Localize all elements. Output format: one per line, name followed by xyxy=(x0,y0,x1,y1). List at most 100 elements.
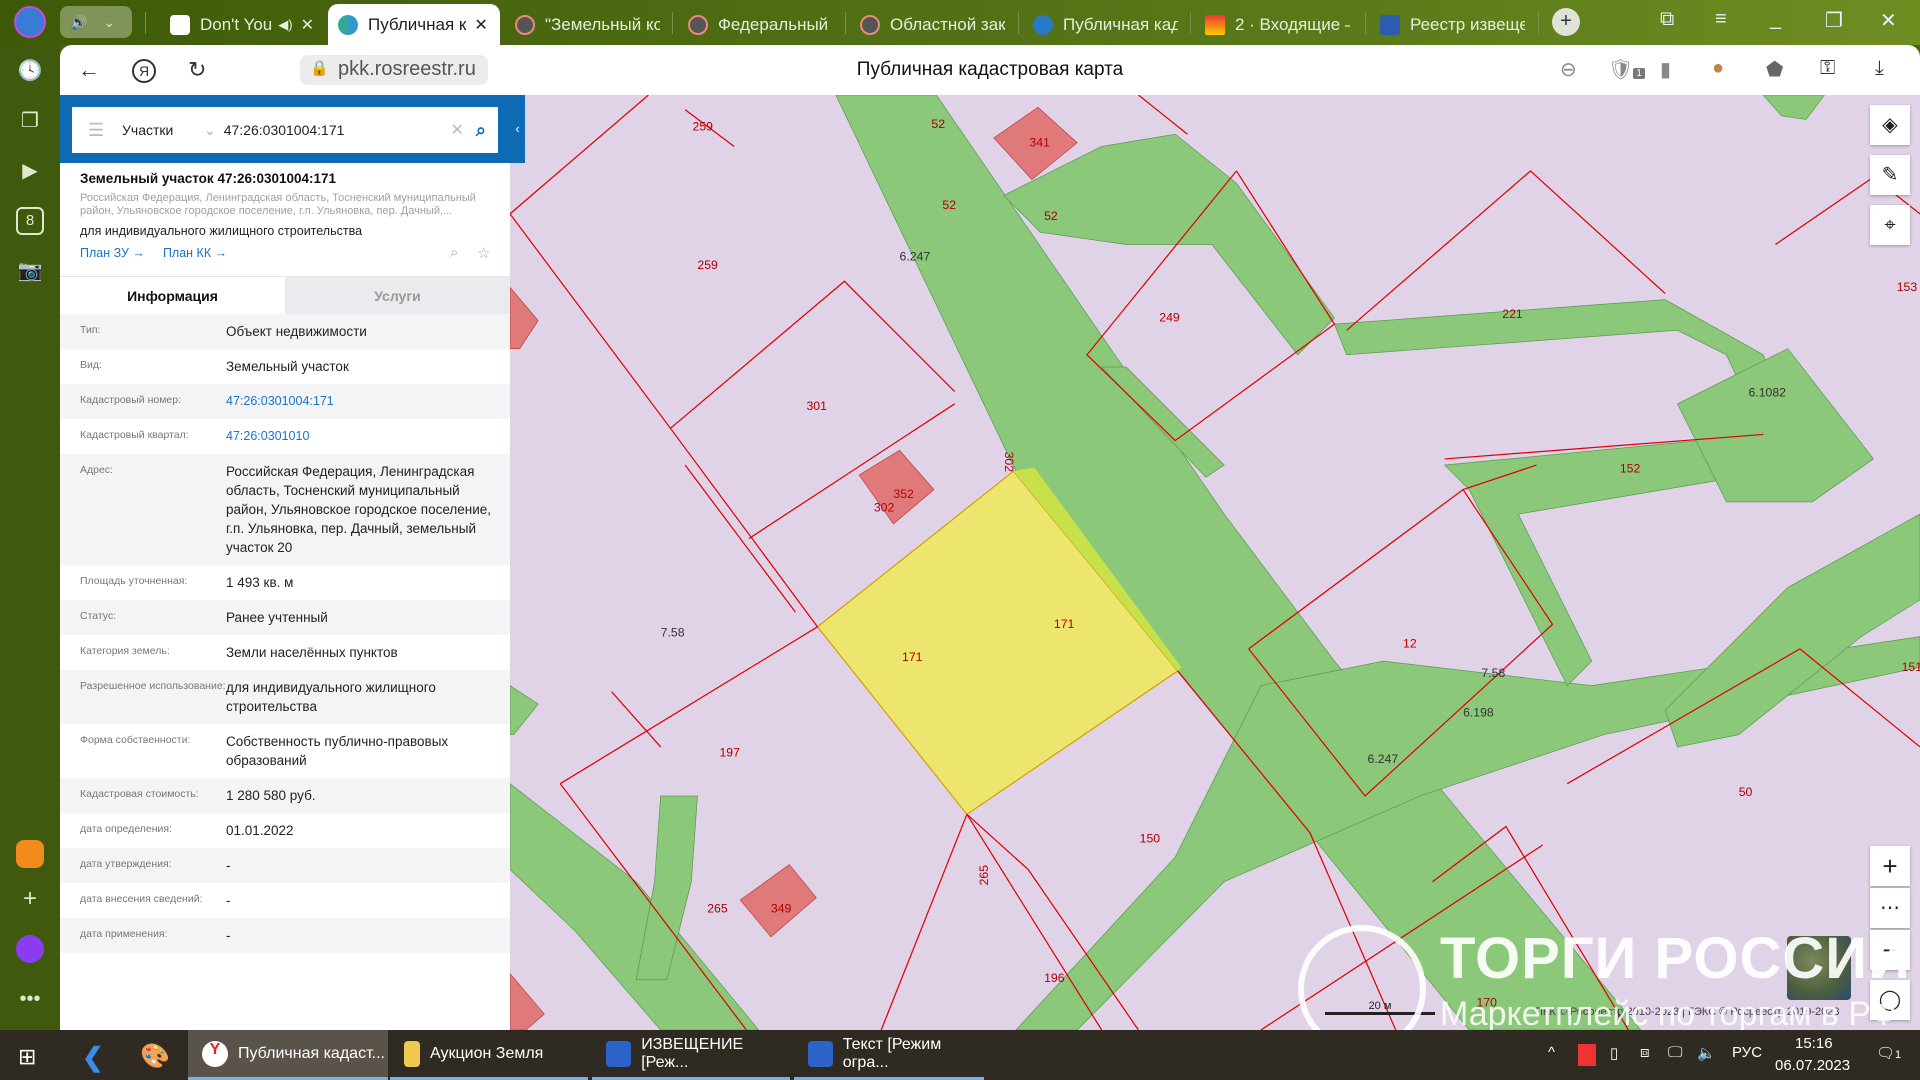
search-input[interactable]: 47:26:0301004:171 xyxy=(224,122,451,138)
search-icon[interactable]: ⌕ xyxy=(476,120,486,141)
info-label: Кадастровый номер: xyxy=(80,394,182,406)
search-doc-icon[interactable]: ⌕ xyxy=(450,244,458,261)
url-field[interactable]: 🔒 pkk.rosreestr.ru xyxy=(300,55,488,85)
taskbar-app-word-1[interactable]: ИЗВЕЩЕНИЕ [Реж... xyxy=(592,1030,790,1080)
category-select[interactable]: Участки xyxy=(122,122,192,138)
language-indicator[interactable]: РУС xyxy=(1732,1044,1762,1061)
map-label: 221 xyxy=(1502,307,1523,321)
tab-services[interactable]: Услуги xyxy=(285,277,510,314)
tab-4[interactable]: Областной зако xyxy=(850,4,1015,45)
info-row: Кадастровая стоимость: 1 280 580 руб. xyxy=(60,778,510,813)
paint-icon[interactable]: 🎨 xyxy=(140,1042,170,1071)
clear-icon[interactable]: ✕ xyxy=(451,120,464,140)
taskbar-app-word-2[interactable]: Текст [Режим огра... xyxy=(794,1030,984,1080)
info-panel: ☰ Участки ⌄ 47:26:0301004:171 ✕ ⌕ Земель… xyxy=(60,95,510,1030)
back-button[interactable]: ← xyxy=(78,57,100,83)
map-label: 302 xyxy=(874,501,895,515)
map-label: 301 xyxy=(806,399,827,413)
info-value[interactable]: 47:26:0301010 xyxy=(226,427,510,446)
new-tab-button[interactable]: + xyxy=(1552,8,1580,36)
map-label: 7.58 xyxy=(1481,666,1505,680)
zoom-out-icon[interactable]: ⊖ xyxy=(1560,57,1577,82)
tab-2[interactable]: "Земельный ко xyxy=(505,4,670,45)
reload-button[interactable]: ↻ xyxy=(188,57,206,83)
notes-icon[interactable]: ❐ xyxy=(16,107,44,135)
map-label: 171 xyxy=(902,650,923,664)
usb-icon[interactable]: ▯ xyxy=(1610,1044,1618,1062)
clock-date[interactable]: 06.07.2023 xyxy=(1775,1057,1850,1074)
alice-icon[interactable] xyxy=(16,935,44,963)
close-tab-icon[interactable]: ✕ xyxy=(301,15,314,35)
history-icon[interactable]: 🕓 xyxy=(16,57,44,85)
info-label: Разрешенное использование: xyxy=(80,680,226,692)
lock-icon: 🔒 xyxy=(310,60,329,77)
map-label: 259 xyxy=(697,258,718,272)
bookmark-icon[interactable]: ▮ xyxy=(1660,57,1671,82)
yandex-button[interactable]: Я xyxy=(132,59,156,83)
info-value: - xyxy=(226,928,231,943)
locate-button[interactable]: ⌖ xyxy=(1870,205,1910,245)
parcel-title: Земельный участок 47:26:0301004:171 xyxy=(80,171,337,186)
notifications-icon[interactable]: 🗨1 xyxy=(1876,1044,1901,1062)
menu-icon[interactable]: ≡ xyxy=(1715,8,1727,31)
star-icon[interactable]: ☆ xyxy=(477,244,490,262)
restore-button[interactable]: ❐ xyxy=(1825,8,1843,33)
add-icon[interactable]: + xyxy=(16,885,44,913)
tab-7[interactable]: Реестр извещен xyxy=(1370,4,1535,45)
video-icon[interactable]: ▶ xyxy=(16,157,44,185)
tab-5[interactable]: Публичная када xyxy=(1023,4,1188,45)
plan-zu-link[interactable]: План ЗУ → xyxy=(80,246,145,266)
tab-info[interactable]: Информация xyxy=(60,277,285,314)
rosreestr-icon xyxy=(338,14,358,35)
collapse-panel-button[interactable]: ‹ xyxy=(510,95,525,163)
download-icon[interactable]: ⤓ xyxy=(1875,57,1884,80)
more-tools-button[interactable]: ⋯ xyxy=(1870,888,1910,928)
camera-icon[interactable]: 📷 xyxy=(16,257,44,285)
badge-8-icon[interactable]: 8 xyxy=(16,207,44,235)
tab-6[interactable]: 2 · Входящие — xyxy=(1195,4,1360,45)
extension-key-icon[interactable]: ⚿ xyxy=(1820,57,1835,80)
browser-logo-icon[interactable] xyxy=(14,6,46,38)
collections-icon[interactable]: ⧉ xyxy=(1660,8,1674,31)
extension-icon[interactable]: ● xyxy=(1712,57,1724,80)
volume-icon[interactable]: 🔈 xyxy=(1697,1044,1716,1062)
mail-app-icon[interactable] xyxy=(16,840,44,868)
meet-icon[interactable]: ⧈ xyxy=(1640,1044,1650,1061)
zoom-in-button[interactable]: + xyxy=(1870,846,1910,886)
tab-0[interactable]: Don't You ◀) ✕ xyxy=(160,4,325,45)
network-icon[interactable]: 🖵 xyxy=(1668,1044,1682,1061)
close-tab-icon[interactable]: ✕ xyxy=(474,15,487,35)
cadastral-map[interactable]: 259 52 341 52 52 259 6.247 249 221 153 6… xyxy=(510,95,1920,1030)
taskbar-app-browser[interactable]: Y Публичная кадаст... xyxy=(188,1030,388,1080)
clock-time[interactable]: 15:16 xyxy=(1795,1035,1833,1052)
map-label: 196 xyxy=(1044,971,1065,985)
info-label: дата внесения сведений: xyxy=(80,893,203,905)
info-value[interactable]: 47:26:0301004:171 xyxy=(226,392,510,411)
taskbar-app-folder[interactable]: Аукцион Земля xyxy=(390,1030,588,1080)
menu-icon[interactable]: ☰ xyxy=(88,120,106,141)
protect-icon[interactable]: 🛡 1 xyxy=(1608,57,1645,82)
speaker-icon: ◀) xyxy=(278,16,293,32)
map-label: 265 xyxy=(977,865,991,886)
minimize-button[interactable]: _ xyxy=(1770,8,1781,31)
antivirus-icon[interactable] xyxy=(1578,1044,1596,1066)
map-label: 150 xyxy=(1140,832,1161,846)
info-value: - xyxy=(226,858,231,873)
extension-shield-icon[interactable]: ⬟ xyxy=(1766,57,1783,82)
tray-chevron-icon[interactable]: ^ xyxy=(1548,1044,1555,1061)
audio-button[interactable]: 🔊 ⌄ xyxy=(60,6,132,38)
measure-button[interactable]: ✎ xyxy=(1870,155,1910,195)
app-launcher-icon[interactable]: ❮ xyxy=(82,1042,104,1073)
avatar-icon xyxy=(860,14,880,35)
tab-3[interactable]: Федеральный з xyxy=(678,4,843,45)
more-icon[interactable]: ••• xyxy=(16,985,44,1013)
close-window-button[interactable]: ✕ xyxy=(1880,8,1897,33)
chevron-down-icon[interactable]: ⌄ xyxy=(204,122,216,139)
layers-button[interactable]: ◈ xyxy=(1870,105,1910,145)
map-canvas[interactable]: 259 52 341 52 52 259 6.247 249 221 153 6… xyxy=(510,95,1920,1030)
start-button[interactable]: ⊞ xyxy=(18,1044,36,1070)
info-table: Тип: Объект недвижимости Вид: Земельный уча… xyxy=(60,314,510,953)
word-icon xyxy=(808,1040,833,1067)
tab-1[interactable]: Публичная к ✕ xyxy=(328,4,500,45)
plan-kk-link[interactable]: План КК → xyxy=(163,246,227,266)
